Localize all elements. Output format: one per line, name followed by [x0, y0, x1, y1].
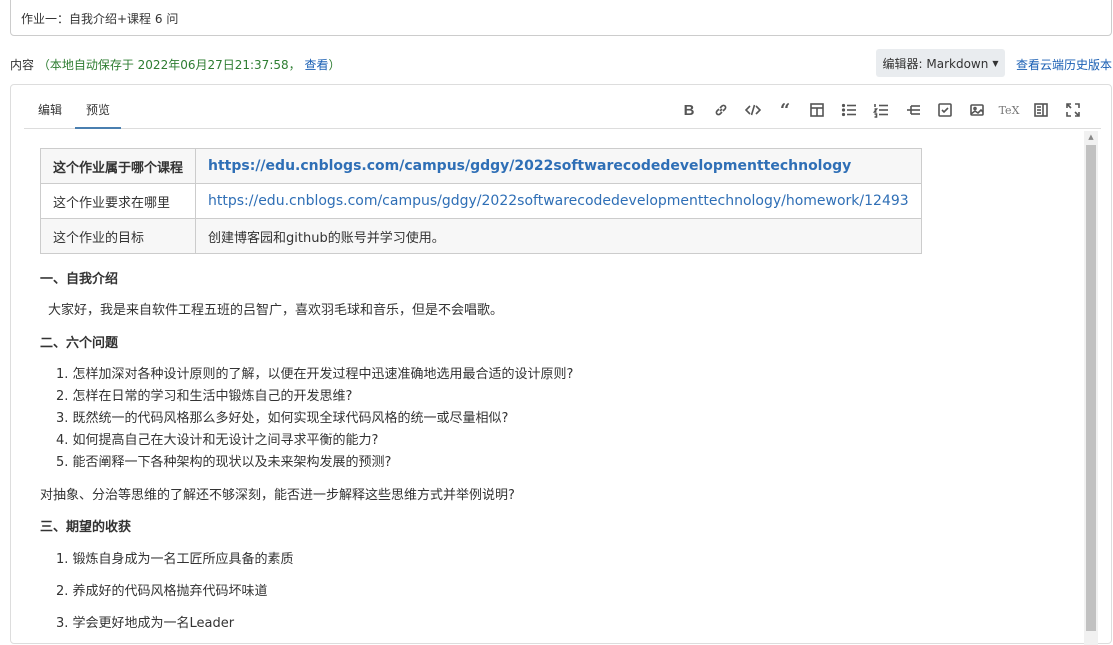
quote-icon[interactable]: “ — [769, 99, 801, 121]
table-cell-value: https://edu.cnblogs.com/campus/gdgy/2022… — [195, 183, 922, 219]
list-item: 2. 养成好的代码风格抛弃代码坏味道 — [56, 584, 268, 599]
table-cell-value: https://edu.cnblogs.com/campus/gdgy/2022… — [195, 148, 922, 184]
course-link[interactable]: https://edu.cnblogs.com/campus/gdgy/2022… — [208, 158, 851, 174]
bold-icon[interactable]: B — [673, 99, 705, 121]
table-icon[interactable] — [801, 99, 833, 121]
outline-icon[interactable] — [897, 99, 929, 121]
image-icon[interactable] — [961, 99, 993, 121]
content-label-text: 内容 — [10, 58, 35, 72]
table-row: 这个作业属于哪个课程 https://edu.cnblogs.com/campu… — [39, 148, 922, 184]
content-label: 内容 （本地自动保存于 2022年06月27日21:37:58， 查看） — [10, 56, 341, 73]
table-cell-key: 这个作业的目标 — [39, 218, 197, 254]
markdown-editor: 编辑 预览 B “ TeX ▲ 这个作业属于哪个课程 https://edu.c… — [10, 84, 1112, 645]
info-table: 这个作业属于哪个课程 https://edu.cnblogs.com/campu… — [39, 148, 922, 254]
scroll-up-arrow-icon[interactable]: ▲ — [1084, 133, 1098, 143]
table-cell-key: 这个作业要求在哪里 — [39, 183, 197, 219]
view-autosave-link[interactable]: 查看 — [304, 58, 328, 72]
code-icon[interactable] — [737, 99, 769, 121]
bullet-list-icon[interactable] — [833, 99, 865, 121]
table-cell-value: 创建博客园和github的账号并学习使用。 — [195, 218, 922, 254]
markdown-preview: 这个作业属于哪个课程 https://edu.cnblogs.com/campu… — [39, 148, 1080, 631]
editor-select-label: 编辑器: Markdown — [882, 56, 989, 71]
list-item: 3. 学会更好地成为一名Leader — [56, 616, 235, 631]
list-item: 2. 怎样在日常的学习和生活中锻炼自己的开发思维? — [56, 389, 353, 404]
editor-select[interactable]: 编辑器: Markdown ▼ — [876, 49, 1005, 77]
autosave-status: （本地自动保存于 2022年06月27日21:37:58， 查看） — [37, 58, 341, 72]
table-row: 这个作业要求在哪里 https://edu.cnblogs.com/campus… — [39, 183, 922, 219]
checkbox-icon[interactable] — [929, 99, 961, 121]
cloud-history-link[interactable]: 查看云端历史版本 — [1016, 56, 1112, 73]
preview-scrollbar[interactable]: ▲ — [1084, 131, 1098, 645]
list-item: 4. 如何提高自己在大设计和无设计之间寻求平衡的能力? — [56, 433, 379, 448]
homework-link[interactable]: https://edu.cnblogs.com/campus/gdgy/2022… — [208, 193, 909, 209]
table-cell-key: 这个作业属于哪个课程 — [39, 148, 197, 184]
title-input-value: 作业一：自我介绍+课程 6 问 — [21, 12, 179, 26]
editor-toolbar: B “ TeX — [673, 99, 1089, 121]
list-item: 1. 怎样加深对各种设计原则的了解，以便在开发过程中迅速准确地选用最合适的设计原… — [56, 367, 574, 382]
tab-preview[interactable]: 预览 — [75, 101, 122, 129]
fullscreen-icon[interactable] — [1057, 99, 1089, 121]
section-heading: 一、自我介绍 — [40, 272, 119, 287]
list-item: 5. 能否阐释一下各种架构的现状以及未来架构发展的预测? — [56, 455, 392, 470]
question-paragraph: 对抽象、分治等思维的了解还不够深刻，能否进一步解释这些思维方式并举例说明? — [40, 488, 515, 503]
intro-paragraph: 大家好，我是来自软件工程五班的吕智广，喜欢羽毛球和音乐，但是不会唱歌。 — [48, 303, 504, 318]
table-row: 这个作业的目标 创建博客园和github的账号并学习使用。 — [39, 218, 922, 254]
caret-down-icon: ▼ — [992, 58, 999, 68]
numbered-list-icon[interactable] — [865, 99, 897, 121]
title-input[interactable]: 作业一：自我介绍+课程 6 问 — [10, 0, 1112, 36]
list-item: 1. 锻炼自身成为一名工匠所应具备的素质 — [56, 552, 294, 567]
split-view-icon[interactable] — [1025, 99, 1057, 121]
scrollbar-thumb[interactable] — [1086, 145, 1096, 631]
tab-edit[interactable]: 编辑 — [38, 101, 62, 127]
section-heading: 二、六个问题 — [40, 336, 119, 351]
list-item: 3. 既然统一的代码风格那么多好处，如何实现全球代码风格的统一或尽量相似? — [56, 411, 509, 426]
tex-icon[interactable]: TeX — [993, 99, 1025, 121]
section-heading: 三、期望的收获 — [40, 520, 132, 535]
link-icon[interactable] — [705, 99, 737, 121]
